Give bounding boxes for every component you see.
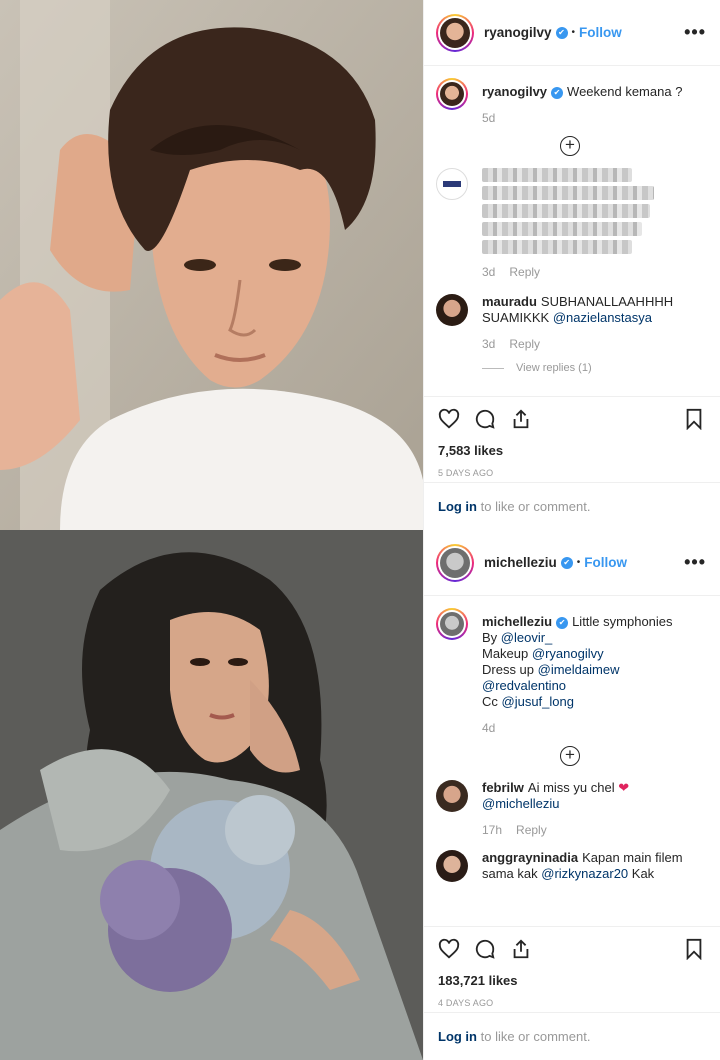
list-item: febrilw Ai miss yu chel ❤ @michelleziu 17… <box>436 780 704 838</box>
bookmark-icon[interactable] <box>683 408 705 430</box>
add-comment-icon[interactable]: + <box>560 746 580 766</box>
comment-username[interactable]: anggrayninadia <box>482 850 578 865</box>
login-prompt: Log in to like or comment. <box>424 1012 720 1060</box>
login-link[interactable]: Log in <box>438 499 477 514</box>
login-text: to like or comment. <box>477 499 591 514</box>
post-photo-woman <box>0 530 423 1060</box>
avatar[interactable] <box>436 13 474 52</box>
caption-line: Dress up @imeldaimew <box>482 662 620 677</box>
avatar[interactable] <box>436 168 468 200</box>
share-icon[interactable] <box>510 408 532 430</box>
comment-suffix: Kak <box>628 866 655 881</box>
avatar[interactable] <box>436 780 468 812</box>
comment-username[interactable]: febrilw <box>482 780 524 795</box>
comments-list[interactable]: ryanogilvy ✔ Weekend kemana ? 5d + 3d Reply <box>424 66 720 396</box>
brand-logo-icon <box>443 181 461 187</box>
comment-icon[interactable] <box>474 408 496 430</box>
bookmark-icon[interactable] <box>683 938 705 960</box>
comment-username[interactable]: mauradu <box>482 294 537 309</box>
caption: michelleziu ✔ Little symphonies By @leovir… <box>436 608 704 736</box>
verified-badge-icon: ✔ <box>556 616 569 629</box>
avatar[interactable] <box>436 608 468 640</box>
comment-age: 17h <box>482 823 503 837</box>
post-date: 5 DAYS AGO <box>438 468 494 478</box>
avatar[interactable] <box>436 543 474 582</box>
caption-text: Little symphonies <box>572 614 673 629</box>
comment-text: Ai miss yu chel <box>527 780 615 795</box>
mention-link[interactable]: @nazielanstasya <box>553 310 652 325</box>
add-comment-icon[interactable]: + <box>560 136 580 156</box>
blurred-comment: 3d Reply <box>482 168 704 280</box>
mention-link[interactable]: @michelleziu <box>482 796 560 811</box>
verified-badge-icon: ✔ <box>551 86 564 99</box>
mention-link[interactable]: @ryanogilvy <box>532 646 604 661</box>
post-header: michelleziu ✔ • Follow ••• <box>424 530 720 596</box>
login-prompt: Log in to like or comment. <box>424 482 720 530</box>
post-header: ryanogilvy ✔ • Follow ••• <box>424 0 720 66</box>
mention-link[interactable]: @imeldaimew <box>538 662 620 677</box>
post-panel: ryanogilvy ✔ • Follow ••• ryanogilvy ✔ Wee… <box>423 0 720 530</box>
post-photo[interactable] <box>0 0 423 530</box>
mention-link[interactable]: @rizkynazar20 <box>541 866 628 881</box>
follow-button[interactable]: Follow <box>584 555 627 570</box>
reply-button[interactable]: Reply <box>509 265 540 279</box>
comment-age: 3d <box>482 265 496 279</box>
follow-button[interactable]: Follow <box>579 25 622 40</box>
username-link[interactable]: michelleziu <box>484 555 557 570</box>
view-replies-label: View replies (1) <box>516 362 592 374</box>
avatar[interactable] <box>436 850 468 882</box>
heart-icon[interactable] <box>438 938 460 960</box>
caption-text: Weekend kemana ? <box>567 84 683 99</box>
avatar[interactable] <box>436 78 468 110</box>
post-panel: michelleziu ✔ • Follow ••• michelleziu ✔ L… <box>423 530 720 1060</box>
action-bar: 7,583 likes 5 DAYS AGO <box>424 396 720 478</box>
action-bar: 183,721 likes 4 DAYS AGO <box>424 926 720 1008</box>
post-michelleziu: michelleziu ✔ • Follow ••• michelleziu ✔ L… <box>0 530 720 1060</box>
avatar[interactable] <box>436 294 468 326</box>
comments-list[interactable]: michelleziu ✔ Little symphonies By @leovir… <box>424 596 720 926</box>
separator-dot: • <box>571 27 576 38</box>
username-link[interactable]: ryanogilvy <box>484 25 552 40</box>
more-options-icon[interactable]: ••• <box>684 22 706 43</box>
post-ryanogilvy: ryanogilvy ✔ • Follow ••• ryanogilvy ✔ Wee… <box>0 0 720 530</box>
list-item: mauradu SUBHANALLAAHHHH SUAMIKKK @naziela… <box>436 294 704 376</box>
more-options-icon[interactable]: ••• <box>684 552 706 573</box>
caption-line: By @leovir_ <box>482 630 553 645</box>
reply-button[interactable]: Reply <box>509 337 540 351</box>
heart-emoji: ❤ <box>618 780 630 795</box>
mention-link[interactable]: @leovir_ <box>501 630 553 645</box>
post-date: 4 DAYS AGO <box>438 998 494 1008</box>
verified-badge-icon: ✔ <box>555 26 568 39</box>
likes-count[interactable]: 183,721 likes <box>438 973 705 988</box>
verified-badge-icon: ✔ <box>560 556 573 569</box>
post-photo-man <box>0 0 423 530</box>
share-icon[interactable] <box>510 938 532 960</box>
caption-line: Cc @jusuf_long <box>482 694 574 709</box>
mention-link[interactable]: @jusuf_long <box>502 694 574 709</box>
list-item: anggrayninadia Kapan main filem sama kak … <box>436 850 704 882</box>
comment-icon[interactable] <box>474 938 496 960</box>
caption-line: @redvalentino <box>482 678 704 694</box>
caption-age: 4d <box>482 721 496 735</box>
caption-age: 5d <box>482 111 496 125</box>
view-replies-button[interactable]: View replies (1) <box>482 360 704 376</box>
list-item: 3d Reply <box>436 168 704 280</box>
caption-username[interactable]: ryanogilvy <box>482 84 547 99</box>
caption-line: Makeup @ryanogilvy <box>482 646 604 661</box>
post-photo[interactable] <box>0 530 423 1060</box>
caption-username[interactable]: michelleziu <box>482 614 552 629</box>
login-link[interactable]: Log in <box>438 1029 477 1044</box>
login-text: to like or comment. <box>477 1029 591 1044</box>
likes-count[interactable]: 7,583 likes <box>438 443 705 458</box>
caption: ryanogilvy ✔ Weekend kemana ? 5d <box>436 78 704 126</box>
separator-dot: • <box>576 557 581 568</box>
reply-button[interactable]: Reply <box>516 823 547 837</box>
mention-link[interactable]: @redvalentino <box>482 678 566 693</box>
comment-age: 3d <box>482 337 496 351</box>
heart-icon[interactable] <box>438 408 460 430</box>
